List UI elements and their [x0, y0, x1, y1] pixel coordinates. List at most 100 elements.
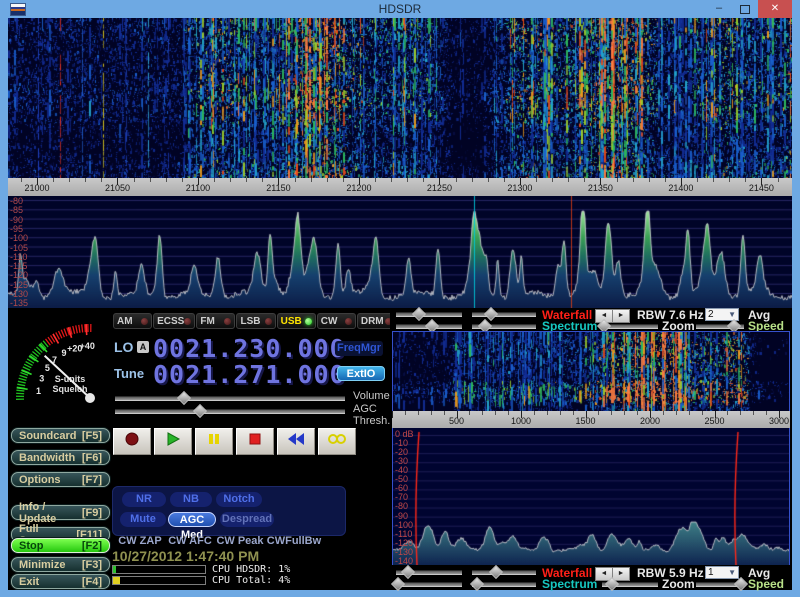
maximize-window-button[interactable]	[732, 0, 758, 18]
af-spectrum-label: Spectrum	[542, 577, 597, 591]
mode-button-usb[interactable]: USB	[277, 313, 316, 329]
scale-tick	[214, 178, 215, 182]
scale-tick	[624, 411, 625, 415]
cpu-bar-fill	[113, 566, 116, 573]
scale-tick	[573, 411, 574, 415]
volume-slider-track	[115, 396, 345, 401]
record-button[interactable]	[113, 428, 151, 455]
mode-button-am[interactable]: AM	[113, 313, 152, 329]
freqmgr-button[interactable]: FreqMgr	[335, 341, 383, 356]
main-spectrum[interactable]: -80-85-90-95-100-105-110-115-120-125-130…	[8, 196, 792, 308]
options-button[interactable]: Options[F7]	[11, 472, 110, 487]
main-waterfall[interactable]	[8, 18, 792, 178]
af-speed-slider[interactable]	[696, 579, 744, 588]
zoom-spectrum[interactable]: 0 dB-10-20-30-40-50-60-70-80-90-100-110-…	[392, 428, 790, 565]
dsp-button-mute[interactable]: Mute	[120, 512, 166, 527]
af-spectrum-offset-slider[interactable]	[472, 579, 536, 588]
scale-tick	[663, 411, 664, 415]
zoom-spectrum-canvas[interactable]	[393, 428, 789, 565]
pause-button[interactable]	[195, 428, 233, 455]
cpu-bar-fill	[113, 577, 120, 584]
scale-tick	[676, 411, 677, 415]
rf-speed-slider[interactable]	[696, 321, 744, 330]
af-avg-select[interactable]: 1▼	[705, 566, 739, 579]
rf-spectrum-offset-slider[interactable]	[472, 321, 536, 330]
dsp-button-nb[interactable]: NB	[170, 492, 212, 507]
loop-button[interactable]	[318, 428, 356, 455]
tune-label: Tune	[114, 366, 144, 381]
exit-button[interactable]: Exit[F4]	[11, 574, 110, 589]
scale-tick	[508, 411, 509, 415]
agc-threshold-slider-thumb[interactable]	[193, 404, 207, 418]
tune-frequency-display[interactable]: 0021.271.000	[153, 360, 346, 389]
dsp-button-cw-afc[interactable]: CW AFC	[166, 534, 214, 548]
bandwidth-button[interactable]: Bandwidth[F6]	[11, 450, 110, 465]
dsp-button-nr[interactable]: NR	[122, 492, 166, 507]
info-update-button[interactable]: Info / Update[F9]	[11, 505, 110, 520]
lo-frequency-display[interactable]: 0021.230.000	[153, 334, 346, 363]
dsp-button-despread[interactable]: Despread	[220, 512, 274, 527]
zoom-waterfall[interactable]	[392, 331, 790, 413]
stop-button[interactable]: Stop[F2]	[11, 538, 110, 553]
af-brightness-slider-thumb[interactable]	[489, 565, 503, 579]
rf-brightness-slider-track	[472, 312, 536, 317]
rf-display-controls: Waterfall◄►RBW 7.6 Hz2▼AvgSpectrumZoomSp…	[390, 308, 792, 332]
af-spectrum-offset-slider-thumb[interactable]	[470, 577, 484, 591]
scale-tick	[649, 178, 650, 182]
left-control-panel: 13579+20+40S-unitsSquelch Soundcard[F5]B…	[8, 308, 390, 590]
mode-button-lsb[interactable]: LSB	[236, 313, 275, 329]
af-zoom-slider[interactable]	[602, 579, 658, 588]
minimize-window-button[interactable]: –	[706, 0, 732, 18]
button-fkey: [F5]	[82, 430, 102, 442]
scale-tick-label: 21050	[105, 183, 130, 193]
scale-tick	[778, 178, 779, 182]
dsp-button-agc-med[interactable]: AGC Med	[168, 512, 216, 527]
stop-icon	[247, 432, 263, 451]
volume-slider-thumb[interactable]	[177, 391, 191, 405]
svg-text:1: 1	[36, 386, 41, 396]
af-contrast-slider[interactable]	[396, 567, 462, 576]
rf-brightness-slider-thumb[interactable]	[484, 307, 498, 321]
mode-button-ecss[interactable]: ECSS	[153, 313, 195, 329]
zoom-frequency-scale[interactable]: 50010001500200025003000	[392, 411, 790, 428]
rf-zoom-slider[interactable]	[602, 321, 658, 330]
mode-button-cw[interactable]: CW	[317, 313, 356, 329]
rf-brightness-slider[interactable]	[472, 309, 536, 318]
svg-text:+40: +40	[80, 341, 95, 351]
lo-label: LO	[114, 339, 133, 355]
rf-contrast-slider-thumb[interactable]	[412, 307, 426, 321]
dsp-button-cwfullbw[interactable]: CWFullBw	[264, 534, 324, 548]
stop-button[interactable]	[236, 428, 274, 455]
af-zoom-slider-thumb[interactable]	[605, 577, 619, 591]
af-brightness-slider[interactable]	[472, 567, 536, 576]
dsp-button-notch[interactable]: Notch	[216, 492, 262, 507]
close-window-button[interactable]: ✕	[758, 0, 792, 18]
scale-tick	[536, 178, 537, 182]
rf-contrast-slider[interactable]	[396, 309, 462, 318]
soundcard-button[interactable]: Soundcard[F5]	[11, 428, 110, 443]
af-spectrum-contrast-slider-thumb[interactable]	[391, 577, 405, 591]
rewind-button[interactable]	[277, 428, 315, 455]
af-spectrum-contrast-slider[interactable]	[396, 579, 462, 588]
scale-tick	[534, 411, 535, 415]
mode-button-fm[interactable]: FM	[196, 313, 235, 329]
dsp-button-cw-zap[interactable]: CW ZAP	[116, 534, 164, 548]
main-spectrum-canvas[interactable]	[8, 196, 792, 308]
scale-tick-label: 21150	[266, 183, 290, 193]
button-label: Options	[19, 474, 61, 486]
af-speed-slider-thumb[interactable]	[734, 577, 748, 591]
volume-slider[interactable]	[115, 393, 345, 402]
agc-threshold-slider[interactable]	[115, 406, 345, 415]
play-icon	[165, 432, 181, 451]
main-frequency-scale[interactable]: 2100021050211002115021200212502130021350…	[8, 178, 792, 196]
minimize-button[interactable]: Minimize[F3]	[11, 557, 110, 572]
play-button[interactable]	[154, 428, 192, 455]
svg-text:3: 3	[39, 374, 44, 384]
mode-led-icon	[141, 318, 148, 325]
af-contrast-slider-thumb[interactable]	[401, 565, 415, 579]
scale-tick	[407, 178, 408, 182]
dsp-button-cw-peak[interactable]: CW Peak	[216, 534, 264, 548]
lo-auto-badge[interactable]: A	[137, 341, 149, 353]
extio-button[interactable]: ExtIO	[337, 366, 385, 381]
rf-spectrum-contrast-slider[interactable]	[396, 321, 462, 330]
